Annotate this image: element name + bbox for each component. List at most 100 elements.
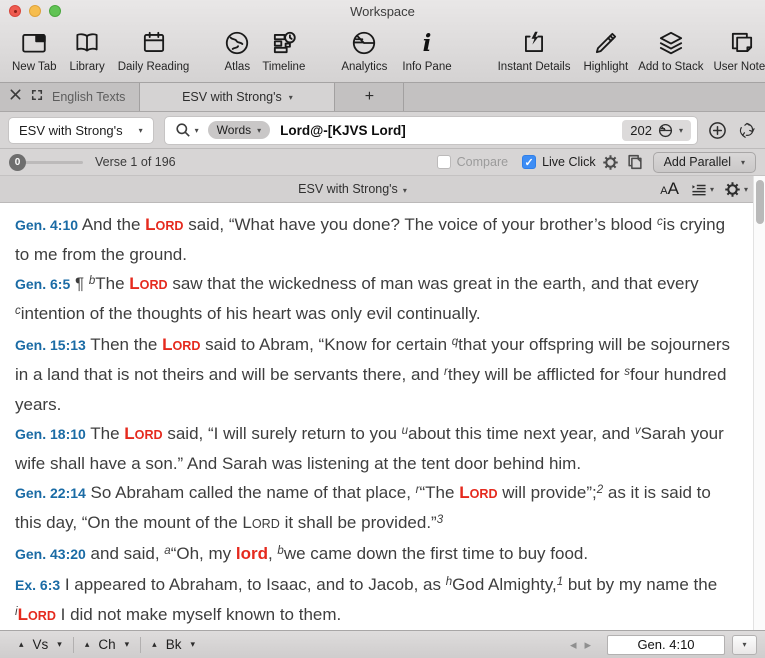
verse-segment-sup: s	[624, 366, 630, 378]
verse[interactable]: Gen. 4:10 And the LORD said, “What have …	[15, 211, 739, 269]
verse-segment-t: “The	[420, 483, 460, 502]
recycle-icon	[738, 121, 756, 139]
verse-segment-t: it shall be provided.”	[280, 513, 437, 532]
new-tab-button[interactable]: New Tab	[12, 25, 57, 73]
verse-segment-t: So Abraham called the name of that place…	[86, 483, 416, 502]
live-click-settings-button[interactable]	[602, 154, 619, 171]
reference-input[interactable]: Gen. 4:10	[607, 635, 725, 655]
verse-segment-t: “Oh, my	[171, 544, 236, 563]
slider-track[interactable]	[25, 161, 83, 164]
timeline-button[interactable]: Timeline	[262, 25, 305, 73]
vertical-scrollbar[interactable]	[753, 176, 765, 630]
verse-up-icon[interactable]: ▴	[19, 639, 24, 650]
book-up-icon[interactable]: ▴	[152, 639, 157, 650]
expand-icon[interactable]	[31, 88, 43, 106]
close-window-button[interactable]	[9, 5, 21, 17]
chapter-up-icon[interactable]: ▴	[85, 639, 90, 650]
verse-segment-t: they will be afflicted for	[448, 365, 624, 384]
reference-dropdown-button[interactable]: ▾	[732, 635, 757, 655]
workspace-tab-english-texts[interactable]: English Texts	[52, 90, 125, 104]
verse-reference[interactable]: Ex. 6:3	[15, 577, 60, 593]
new-tab-icon	[20, 25, 48, 61]
verse-reference[interactable]: Gen. 15:13	[15, 337, 86, 353]
verse[interactable]: Gen. 43:20 and said, a“Oh, my lord, bwe …	[15, 540, 739, 570]
verse[interactable]: Gen. 6:5 ¶ bThe LORD saw that the wicked…	[15, 270, 739, 330]
chevron-down-icon: ▾	[289, 93, 293, 102]
verse-segment-t: Then the	[86, 335, 162, 354]
history-back-icon[interactable]: ◂	[566, 637, 581, 653]
verse-segment-sup: b	[89, 275, 95, 287]
module-selector[interactable]: ESV with Strong's ▾	[9, 118, 153, 143]
slider-knob[interactable]: 0	[9, 154, 26, 171]
history-forward-icon[interactable]: ▸	[580, 637, 595, 653]
verse[interactable]: Gen. 15:13 Then the LORD said to Abram, …	[15, 331, 739, 419]
live-click-label[interactable]: Live Click	[542, 155, 596, 169]
add-parallel-button[interactable]: Add Parallel ▾	[653, 152, 756, 173]
traffic-lights	[9, 5, 61, 17]
add-tab-button[interactable]: +	[335, 83, 404, 111]
info-pane-button[interactable]: i Info Pane	[402, 25, 451, 73]
user-notes-button[interactable]: User Notes	[713, 25, 765, 73]
verse-bar-controls: Compare ✓ Live Click Add Parallel ▾	[437, 152, 756, 173]
chevron-down-icon: ▾	[710, 185, 714, 194]
search-mode-dropdown[interactable]: Words ▾	[208, 121, 270, 139]
verse-reference[interactable]: Gen. 18:10	[15, 426, 86, 442]
verse-segment-lord: LORD	[145, 215, 183, 234]
verse[interactable]: Gen. 18:10 The LORD said, “I will surely…	[15, 420, 739, 478]
pane-title-dropdown[interactable]: ESV with Strong's▾	[0, 176, 705, 204]
analytics-button[interactable]: Analytics	[341, 25, 387, 73]
verse-segment-t: The	[95, 274, 129, 293]
pages-icon	[626, 153, 644, 171]
timeline-icon	[270, 25, 298, 61]
verse[interactable]: Ex. 6:3 I appeared to Abraham, to Isaac,…	[15, 571, 739, 630]
tab-esv-with-strongs[interactable]: ESV with Strong's ▾	[139, 83, 335, 111]
verse-reference[interactable]: Gen. 22:14	[15, 485, 86, 501]
search-scope-chevron-icon[interactable]: ▾	[195, 126, 199, 135]
research-button[interactable]	[738, 121, 756, 139]
verse-segment-t: I did not make myself known to them.	[56, 605, 341, 624]
bottom-navigation-bar: ▴ Vs ▾ ▴ Ch ▾ ▴ Bk ▾ ◂ ▸ Gen. 4:10 ▾	[0, 630, 765, 658]
paragraph-format-icon	[691, 182, 707, 196]
verse-slider[interactable]: 0	[9, 154, 83, 171]
verse-down-icon[interactable]: ▾	[57, 639, 62, 650]
plus-circle-icon	[708, 121, 727, 140]
library-icon	[72, 25, 102, 61]
verse[interactable]: Gen. 22:14 So Abraham called the name of…	[15, 479, 739, 539]
add-search-button[interactable]	[708, 121, 727, 140]
bible-text-pane[interactable]: Gen. 4:10 And the LORD said, “What have …	[0, 203, 765, 630]
search-field[interactable]: ▾ Words ▾ Lord@-[KJVS Lord] 202 ▾	[165, 117, 697, 144]
hit-count-dropdown[interactable]: 202 ▾	[622, 120, 691, 141]
scrollbar-thumb[interactable]	[756, 180, 764, 224]
verse-segment-lord: LORD	[459, 483, 497, 502]
zoom-window-button[interactable]	[49, 5, 61, 17]
text-size-button[interactable]: AA	[660, 180, 679, 198]
close-tab-icon[interactable]	[9, 88, 22, 106]
book-down-icon[interactable]: ▾	[190, 639, 195, 650]
chevron-down-icon: ▾	[744, 185, 748, 194]
pane-settings-button[interactable]: ▾	[724, 181, 748, 198]
pane-header-controls: AA ▾ ▾	[660, 176, 748, 202]
library-button[interactable]: Library	[70, 25, 105, 73]
highlight-button[interactable]: Highlight	[583, 25, 628, 73]
chapter-down-icon[interactable]: ▾	[125, 639, 130, 650]
live-click-checkbox[interactable]: ✓	[522, 155, 536, 169]
daily-reading-button[interactable]: Daily Reading	[118, 25, 190, 73]
compare-label[interactable]: Compare	[457, 155, 508, 169]
minimize-window-button[interactable]	[29, 5, 41, 17]
verse-segment-sup: 3	[437, 514, 443, 526]
verse-reference[interactable]: Gen. 6:5	[15, 276, 70, 292]
display-format-button[interactable]: ▾	[691, 182, 714, 196]
hits-pie-icon	[658, 123, 673, 138]
verse-segment-t: about this time next year, and	[408, 424, 635, 443]
compare-checkbox[interactable]	[437, 155, 451, 169]
verse-reference[interactable]: Gen. 43:20	[15, 546, 86, 562]
chevron-down-icon: ▾	[742, 640, 746, 649]
search-query[interactable]: Lord@-[KJVS Lord]	[280, 123, 406, 138]
show-parallel-button[interactable]	[626, 153, 644, 171]
workspace-window: Workspace New Tab Library Daily Reading …	[0, 0, 765, 658]
atlas-button[interactable]: Atlas	[223, 25, 251, 73]
add-to-stack-button[interactable]: Add to Stack	[638, 25, 703, 73]
instant-details-button[interactable]: Instant Details	[498, 25, 571, 73]
verse-segment-sup: 1	[557, 576, 563, 588]
verse-reference[interactable]: Gen. 4:10	[15, 217, 78, 233]
